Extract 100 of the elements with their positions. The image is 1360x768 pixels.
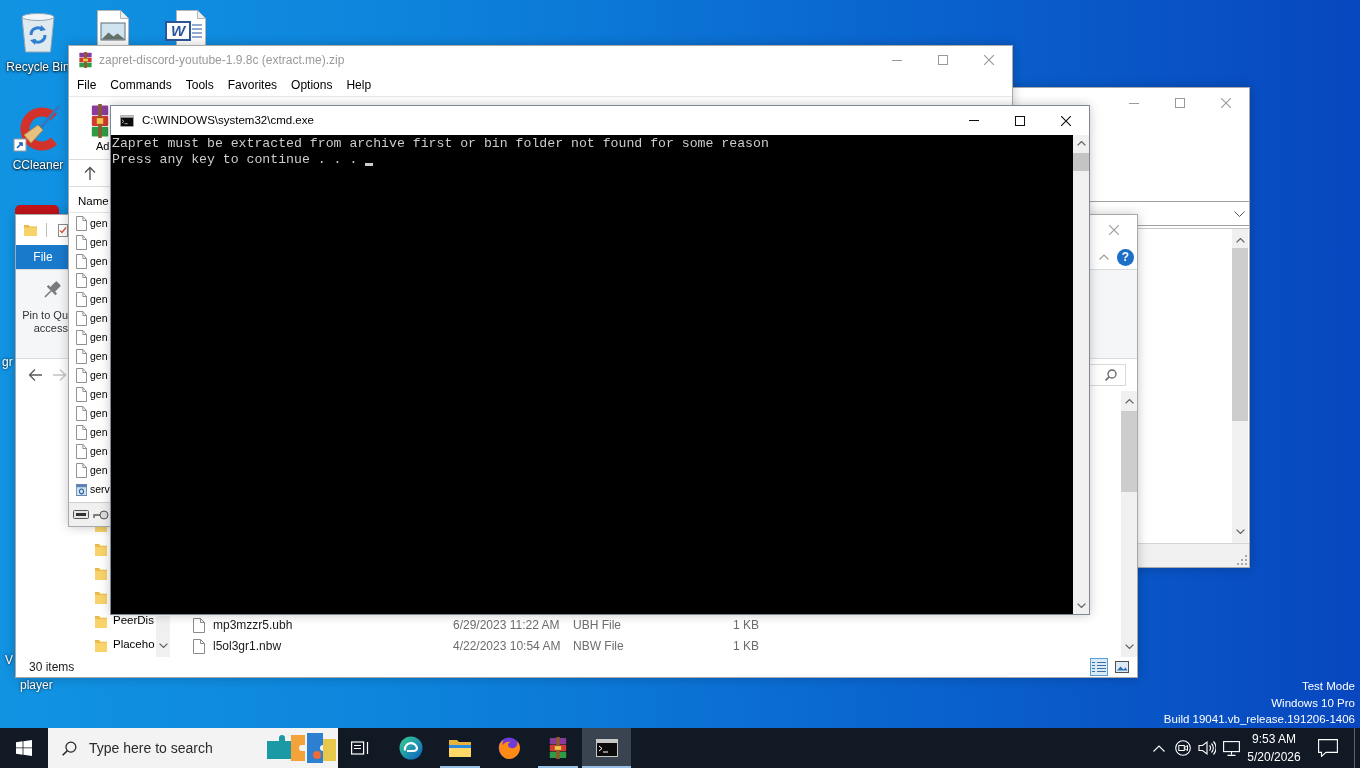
large-icons-view-button[interactable] — [1113, 658, 1131, 676]
chevron-down-icon[interactable] — [1124, 644, 1134, 649]
tree-item[interactable]: PeerDis — [113, 614, 154, 628]
column-header[interactable]: Name — [69, 194, 110, 212]
file-name[interactable]: mp3mzzr5.ubh — [213, 618, 453, 633]
puzzle-icon — [265, 731, 337, 765]
icon-label: Recycle Bin — [6, 60, 70, 74]
back-button[interactable] — [28, 368, 42, 382]
search-field[interactable]: Type here to search — [89, 739, 249, 757]
taskbar-button[interactable] — [582, 728, 631, 768]
menu-item[interactable]: Tools — [178, 74, 221, 96]
console-text: Press any key to continue . . . — [112, 152, 358, 167]
system-text: Build 19041.vb_release.191206-1406 — [1163, 712, 1355, 727]
search-icon — [62, 740, 77, 756]
size-text: 1 KB — [732, 618, 759, 633]
status-text: 30 items — [29, 659, 75, 675]
console-text: Zapret must be extracted from archive first or bin folder not found for some reason — [112, 136, 769, 151]
file-name[interactable]: gen — [90, 312, 108, 325]
folder-icon — [95, 638, 107, 652]
up-button[interactable] — [84, 166, 96, 180]
camera-icon[interactable] — [1175, 740, 1191, 756]
file-icon — [193, 618, 205, 633]
file-name[interactable]: gen — [90, 369, 108, 382]
window-title: C:\WINDOWS\system32\cmd.exe — [142, 113, 314, 128]
scrollbar-thumb[interactable] — [1073, 153, 1089, 171]
pin-button[interactable]: Pin to Qu access — [20, 270, 68, 358]
file-name[interactable]: gen — [90, 407, 108, 420]
folder-icon — [95, 566, 107, 580]
help-button[interactable]: ? — [1117, 248, 1134, 266]
file-name[interactable]: gen — [90, 236, 108, 249]
file-name[interactable]: gen — [90, 255, 108, 268]
menu-item[interactable]: File — [70, 74, 104, 96]
chevron-down-icon[interactable] — [158, 643, 168, 648]
file-icon — [76, 406, 87, 421]
minimize-icon — [892, 59, 902, 61]
books-icon — [90, 104, 110, 138]
folder-icon — [24, 224, 37, 236]
notification-icon[interactable] — [1318, 739, 1338, 757]
key-icon — [93, 509, 109, 520]
file-icon — [76, 235, 87, 250]
list-icon — [1092, 661, 1106, 673]
icon-label: CCleaner — [12, 158, 64, 172]
chevron-down-icon[interactable] — [1235, 529, 1245, 534]
menu-item[interactable]: Options — [284, 74, 340, 96]
file-icon — [76, 216, 87, 231]
chevron-down-icon — [1234, 210, 1245, 217]
back-arrow-icon — [28, 368, 42, 382]
size-text: 1 KB — [732, 639, 759, 654]
chevron-down-icon[interactable] — [1076, 603, 1086, 608]
folder-icon — [447, 738, 472, 758]
system-text: Test Mode — [1300, 679, 1355, 694]
speaker-icon[interactable] — [1198, 740, 1216, 756]
file-name[interactable]: gen — [90, 274, 108, 287]
window-title: zapret-discord-youtube-1.9.8c (extract.me).zip — [99, 52, 345, 68]
menu-item[interactable]: Help — [339, 74, 379, 96]
terminal-icon — [595, 739, 618, 757]
file-name[interactable]: gen — [90, 350, 108, 363]
file-tab[interactable]: File — [16, 245, 70, 269]
file-icon — [76, 463, 87, 478]
up-arrow-icon — [84, 166, 96, 180]
swirl-icon — [398, 736, 423, 760]
flame-globe-icon — [496, 736, 521, 760]
file-name[interactable]: gen — [90, 464, 108, 477]
menu-item[interactable]: Commands — [103, 74, 179, 96]
minimize-icon — [969, 120, 979, 121]
folder-icon — [95, 542, 107, 556]
books-icon — [547, 737, 568, 759]
file-name[interactable]: gen — [90, 331, 108, 344]
size-grip-icon — [1237, 555, 1247, 565]
file-icon — [76, 368, 87, 383]
add-button[interactable]: Ad — [89, 97, 110, 159]
file-name[interactable]: gen — [90, 426, 108, 439]
tree-item[interactable]: Placeho — [113, 638, 155, 652]
file-icon — [76, 444, 87, 459]
close-icon — [1109, 225, 1119, 235]
file-name[interactable]: gen — [90, 217, 108, 230]
monitor-icon[interactable] — [1222, 740, 1240, 756]
close-icon — [1221, 98, 1231, 108]
file-name[interactable]: gen — [90, 388, 108, 401]
details-view-button[interactable] — [1090, 658, 1108, 676]
scrollbar-thumb[interactable] — [1121, 411, 1137, 492]
file-icon — [76, 254, 87, 269]
icon-label: player — [20, 678, 53, 692]
logo-letter: W — [165, 21, 191, 41]
file-name[interactable]: serv — [90, 483, 110, 496]
clock-date[interactable]: 5/20/2026 — [1247, 748, 1301, 766]
books-icon — [78, 52, 93, 68]
terminal-icon — [120, 114, 134, 127]
file-name[interactable]: l5ol3gr1.nbw — [213, 639, 453, 654]
menu-item[interactable]: Favorites — [220, 74, 285, 96]
clock-time[interactable]: 9:53 AM — [1252, 730, 1296, 748]
file-icon — [193, 639, 205, 654]
maximize-icon — [938, 55, 948, 65]
system-text: Windows 10 Pro — [1270, 695, 1355, 711]
file-icon — [76, 387, 87, 402]
scrollbar-thumb[interactable] — [1232, 248, 1248, 421]
file-name[interactable]: gen — [90, 293, 108, 306]
folder-icon — [95, 590, 107, 604]
windows-logo-icon — [16, 740, 32, 756]
file-name[interactable]: gen — [90, 445, 108, 458]
